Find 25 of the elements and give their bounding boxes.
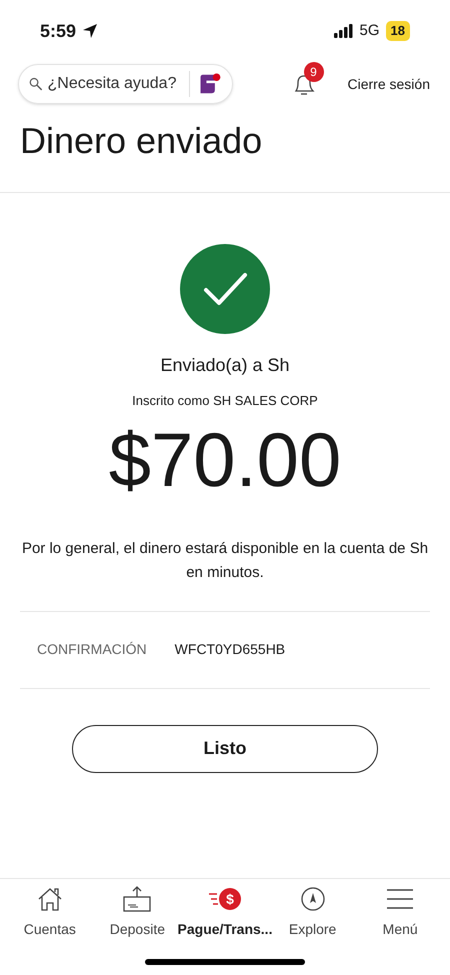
search-icon (29, 76, 43, 92)
clock-time: 5:59 (40, 20, 76, 42)
recipient-label: Enviado(a) a Sh (160, 354, 290, 377)
nav-tab[interactable]: Cuentas (6, 885, 94, 943)
nav-tab[interactable]: Menú (356, 885, 444, 943)
amount: $70.00 (108, 422, 342, 498)
deposit-icon (122, 885, 152, 913)
search-field[interactable]: ¿Necesita ayuda? (48, 72, 184, 96)
search-bar[interactable]: ¿Necesita ayuda? (18, 64, 233, 104)
logout-link[interactable]: Cierre sesión (348, 74, 430, 94)
checkmark-icon (180, 244, 270, 334)
confirmation-label: CONFIRMACIÓN (37, 640, 147, 659)
confirmation-code: WFCT0YD655HB (174, 640, 286, 659)
location-arrow-icon (82, 23, 98, 39)
page-title: Dinero enviado (19, 119, 264, 163)
battery-indicator: 18 (386, 21, 410, 41)
availability-note: Por lo general, el dinero estará disponible en la cuenta de Sh en minutos. (20, 538, 430, 582)
done-button[interactable]: Listo (72, 724, 378, 772)
notification-badge: 9 (304, 62, 324, 82)
menu-icon (385, 887, 416, 911)
nav-tab[interactable]: $ Pague/Trans... (181, 885, 269, 943)
network-label: 5G (360, 20, 380, 41)
enrolled-name: Inscrito como SH SALES CORP (132, 392, 318, 410)
signal-icon (334, 24, 354, 38)
compass-icon (298, 885, 327, 913)
